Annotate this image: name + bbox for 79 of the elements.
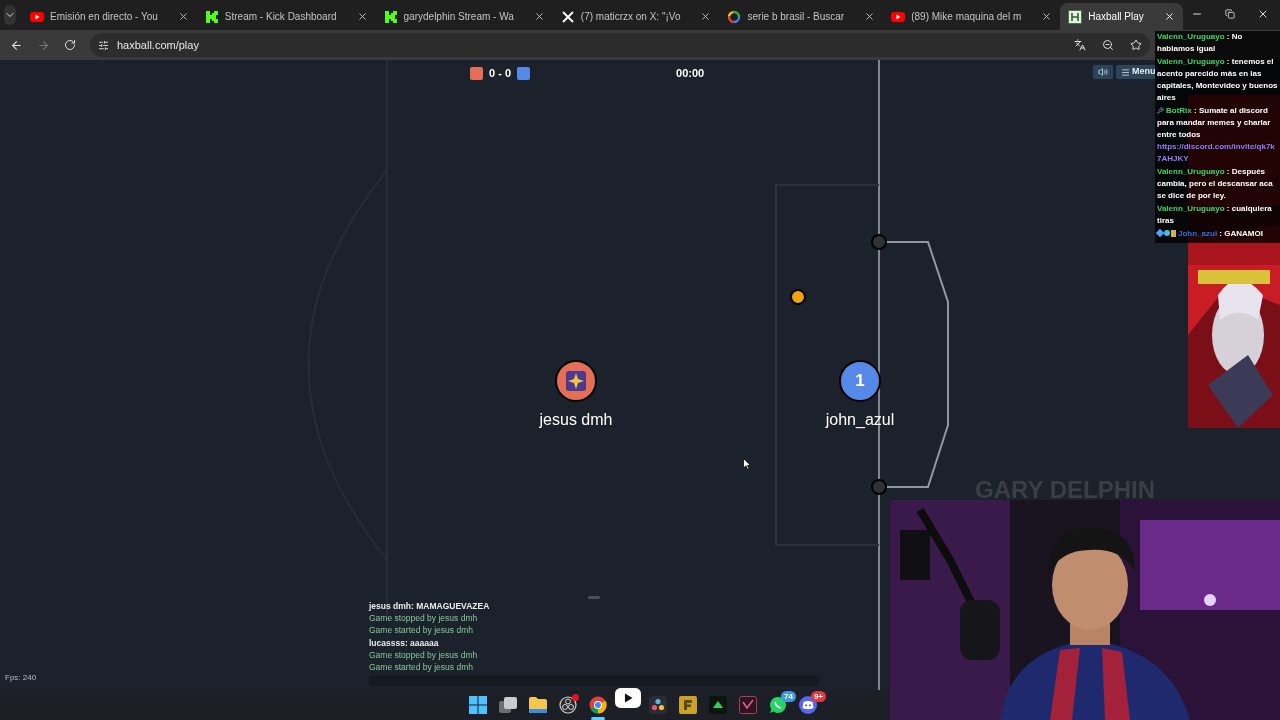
match-timer: 00:00	[676, 65, 705, 81]
tab-title: Haxball Play	[1088, 10, 1144, 24]
close-icon[interactable]	[356, 11, 368, 22]
browser-icon[interactable]	[589, 696, 607, 714]
chat-log-line: Game stopped by jesus dmh	[369, 648, 479, 661]
chat-message: Valenn_Uruguayo : tenemos el acento parecido más en las capitales, Montevideo y buenos aires	[1157, 56, 1278, 104]
browser-tab[interactable]: Haxball Play	[1060, 3, 1183, 30]
reload-icon[interactable]	[64, 39, 76, 51]
bookmark-star-icon[interactable]	[1130, 39, 1142, 51]
zoom-icon[interactable]	[1102, 39, 1114, 51]
mute-button[interactable]	[1093, 65, 1113, 79]
task-view-icon[interactable]	[499, 697, 517, 713]
forward-icon[interactable]	[37, 38, 50, 52]
player-name: jesus dmh	[539, 410, 613, 430]
chat-log-line: Game started by jesus dmh	[369, 624, 474, 637]
wrench-icon	[1157, 107, 1164, 115]
team-marker	[470, 66, 483, 80]
goal-post	[871, 234, 887, 250]
tab-list-button[interactable]	[4, 5, 16, 25]
player-number: 1	[855, 370, 865, 393]
browser-tab[interactable]: serie b brasil - Buscar	[719, 3, 884, 30]
chat-log-line: jesus dmh: MAMAGUEVAZEA	[369, 600, 491, 613]
cursor-icon	[743, 458, 751, 470]
browser-tab[interactable]: garydelphin Stream - Wa	[375, 3, 553, 30]
close-icon[interactable]	[864, 11, 876, 22]
browser-tab[interactable]: Emisión en directo - You	[22, 3, 197, 30]
browser-tab[interactable]: (89) Mike maquina del m	[883, 3, 1061, 30]
close-icon[interactable]	[177, 11, 189, 22]
close-icon[interactable]	[533, 11, 545, 22]
close-icon[interactable]	[1163, 11, 1175, 22]
sparkle-icon	[565, 370, 587, 392]
chat-message: BotRix : Sumate al discord para mandar memes y charlar entre todos	[1157, 105, 1272, 141]
chat-message: Valenn_Uruguayo : cualquiera tiras	[1157, 203, 1273, 227]
restore-icon[interactable]	[1224, 9, 1235, 19]
tab-title: Stream - Kick Dashboard	[224, 10, 337, 24]
url-text: haxball.com/play	[117, 37, 199, 53]
close-icon[interactable]	[1041, 11, 1053, 22]
tab-title: Emisión en directo - You	[50, 10, 158, 24]
discord-link[interactable]: https://discord.com/invite/qk7k7AHJKY	[1157, 141, 1278, 165]
google-logo-icon	[727, 9, 742, 24]
tab-title: (89) Mike maquina del m	[911, 10, 1022, 24]
kick-logo-icon	[204, 9, 219, 24]
folder-icon[interactable]	[529, 697, 547, 713]
tab-title: (7) maticrzx on X: "¡Vo	[580, 10, 681, 24]
chat-message: Valenn_Uruguayo : Después cambia, pero el descansar aca se dice de por ley.	[1157, 166, 1274, 202]
chat-message: John_azul : GANAMOI	[1157, 228, 1278, 240]
app-icon[interactable]	[709, 696, 727, 714]
player-name: john_azul	[825, 410, 895, 430]
tab-title: serie b brasil - Buscar	[747, 10, 845, 24]
play-icon	[615, 685, 641, 711]
chat-log-line: Game stopped by jesus dmh	[369, 612, 479, 625]
close-icon[interactable]	[700, 11, 712, 22]
back-icon[interactable]	[10, 38, 23, 52]
play-logo-icon	[891, 9, 906, 24]
score: 0 - 0	[489, 65, 511, 81]
team-marker	[517, 66, 530, 80]
browser-tab[interactable]: (7) maticrzx on X: "¡Vo	[552, 3, 720, 30]
notification-count: 9+	[810, 691, 826, 702]
windows-icon[interactable]	[469, 696, 487, 714]
menu-icon	[1121, 67, 1130, 77]
notification-count: 74	[781, 691, 796, 702]
translate-icon[interactable]	[1074, 39, 1086, 51]
tab-title: garydelphin Stream - Wa	[403, 10, 514, 24]
haxball-logo-icon	[1068, 9, 1083, 24]
x-logo-icon	[560, 9, 575, 24]
fps-counter: Fps: 240	[5, 672, 37, 684]
play-logo-icon	[30, 9, 44, 24]
chat-handle[interactable]	[588, 596, 600, 599]
app-icon[interactable]	[739, 696, 757, 714]
browser-tab[interactable]: Stream - Kick Dashboard	[196, 3, 376, 30]
chat-log-line: Game started by jesus dmh	[369, 661, 474, 674]
site-info-icon[interactable]	[98, 39, 109, 51]
kick-logo-icon	[383, 9, 398, 24]
goal-post	[871, 479, 887, 495]
davinci-icon[interactable]	[649, 696, 667, 714]
speaker-icon	[1098, 67, 1108, 77]
address-field[interactable]: haxball.com/play	[90, 33, 1150, 57]
aperture-icon[interactable]	[559, 696, 577, 714]
chat-log-line: lucassss: aaaaaa	[369, 636, 440, 649]
